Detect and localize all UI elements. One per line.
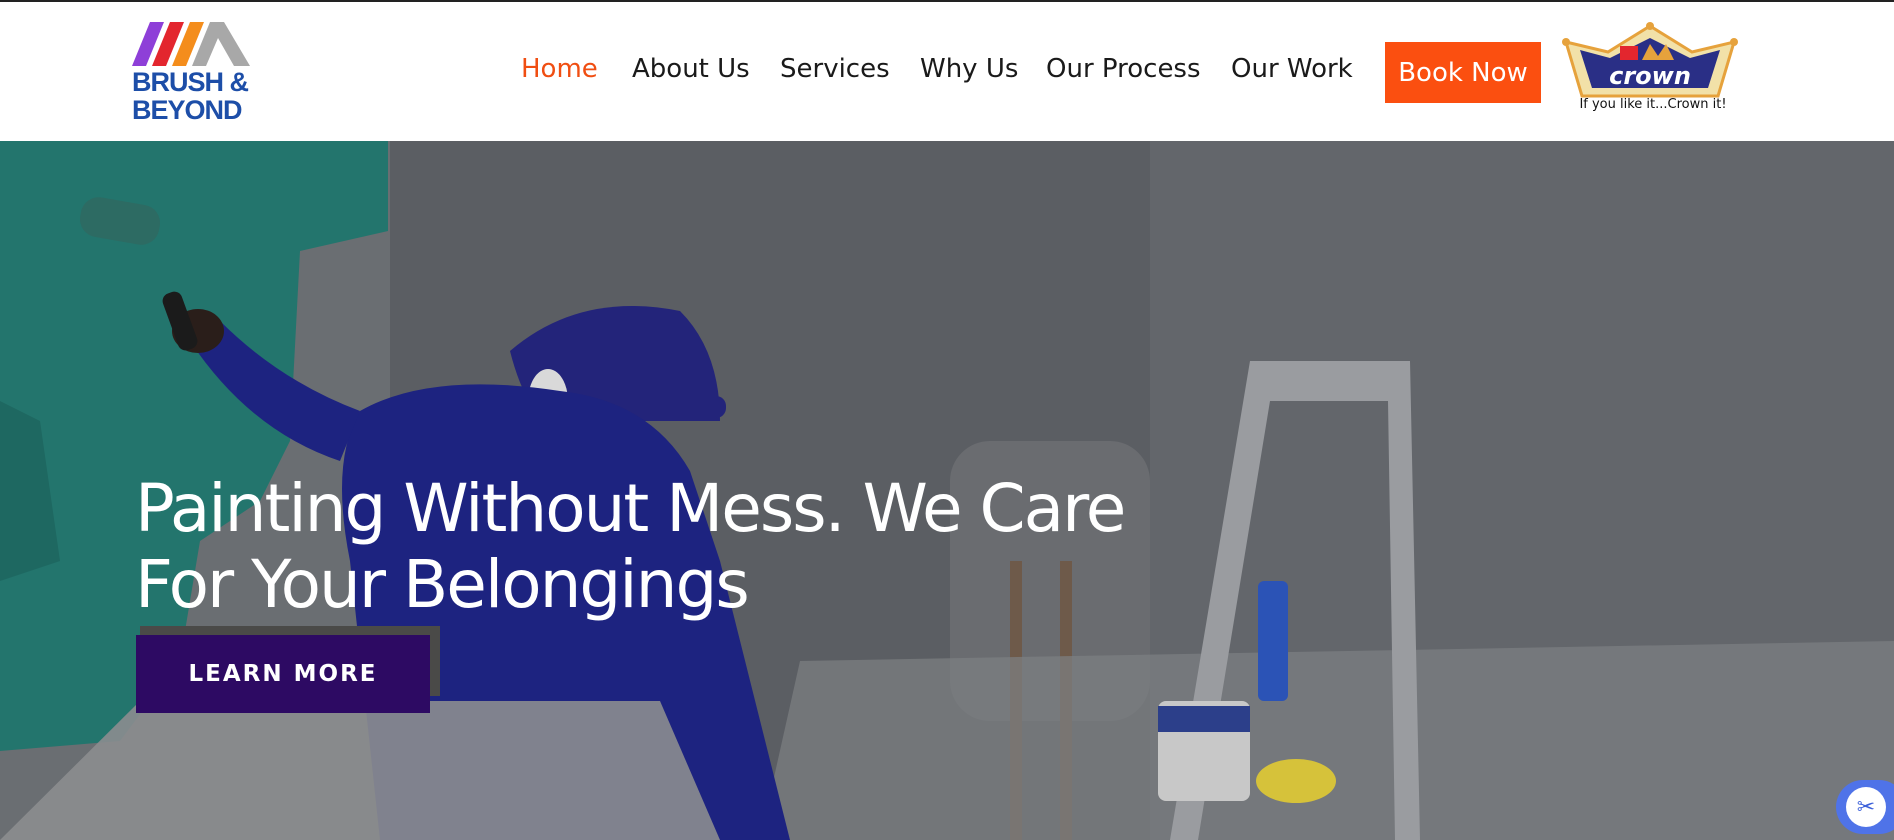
- book-now-button[interactable]: Book Now: [1385, 42, 1541, 103]
- nav-why-us[interactable]: Why Us: [920, 54, 1018, 84]
- nav-home[interactable]: Home: [521, 54, 598, 84]
- crown-emblem-icon: crown: [1562, 22, 1738, 98]
- learn-more-button[interactable]: LEARN MORE: [136, 635, 430, 713]
- nav-our-process[interactable]: Our Process: [1046, 54, 1201, 84]
- hero-section: Painting Without Mess. We Care For Your …: [0, 141, 1894, 840]
- crown-wordmark: crown: [1609, 62, 1691, 90]
- site-header: BRUSH & BEYOND Home About Us Services Wh…: [0, 2, 1894, 141]
- logo-stripes-icon: [132, 22, 250, 66]
- nav-about-us[interactable]: About Us: [632, 54, 750, 84]
- crown-tagline: If you like it...Crown it!: [1579, 97, 1727, 112]
- logo-wordmark: BRUSH & BEYOND: [132, 68, 256, 124]
- logo-line-1: BRUSH &: [132, 67, 249, 97]
- nav-our-work[interactable]: Our Work: [1231, 54, 1353, 84]
- nav-services[interactable]: Services: [780, 54, 890, 84]
- brush-beyond-logo[interactable]: BRUSH & BEYOND: [132, 20, 256, 124]
- hero-headline: Painting Without Mess. We Care For Your …: [135, 471, 1135, 623]
- logo-line-2: BEYOND: [132, 95, 243, 125]
- hero-headline-line-2: For Your Belongings: [135, 546, 750, 624]
- hero-headline-line-1: Painting Without Mess. We Care: [135, 470, 1126, 548]
- floating-widget-button[interactable]: ✂: [1836, 780, 1894, 834]
- scissors-icon: ✂: [1846, 787, 1886, 827]
